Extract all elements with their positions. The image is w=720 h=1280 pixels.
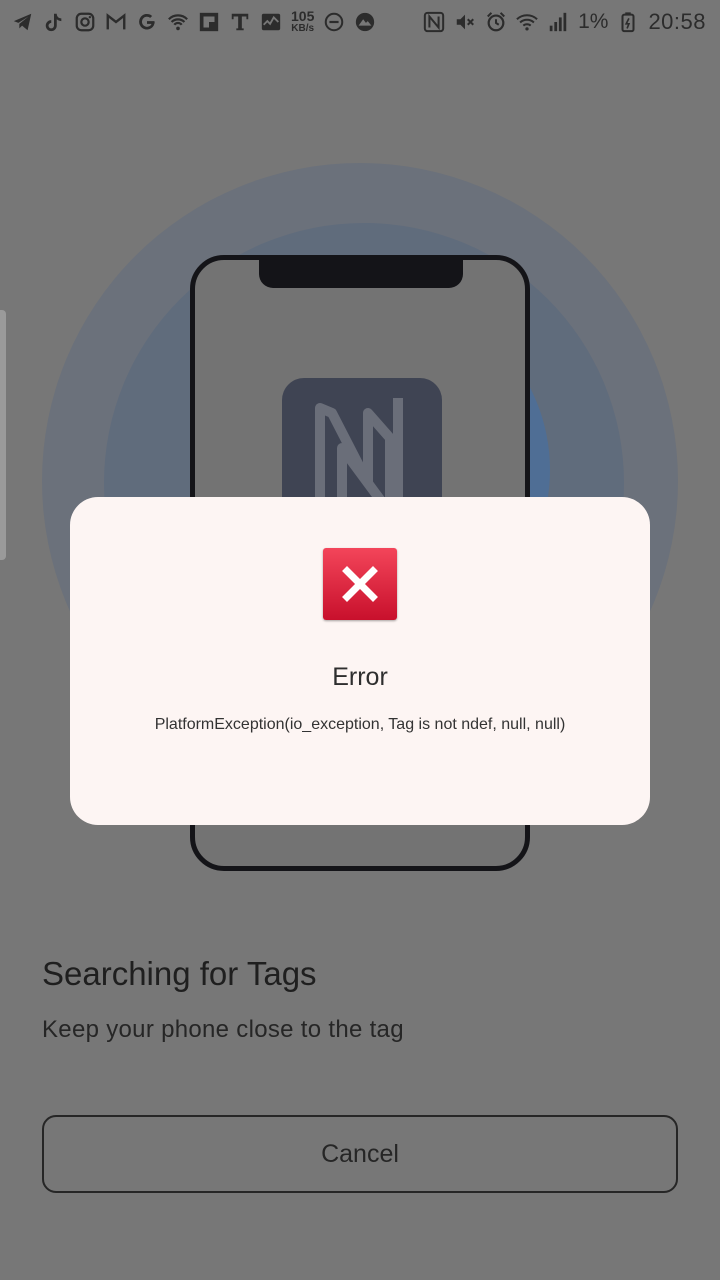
- t-mobile-icon: [229, 11, 251, 33]
- cell-signal-icon: [547, 11, 569, 33]
- gmail-icon: [105, 11, 127, 33]
- network-speed: 105 KB/s: [291, 7, 315, 34]
- network-speed-unit: KB/s: [291, 22, 315, 34]
- network-speed-value: 105: [291, 7, 315, 24]
- phone-notch: [259, 258, 463, 288]
- error-dialog: Error PlatformException(io_exception, Ta…: [70, 497, 650, 825]
- mute-icon: [454, 11, 476, 33]
- wifi-icon: [516, 11, 538, 33]
- mountain-icon: [354, 11, 376, 33]
- telegram-icon: [12, 11, 34, 33]
- cancel-button[interactable]: Cancel: [42, 1115, 678, 1193]
- flipboard-icon: [198, 11, 220, 33]
- clock-time: 20:58: [648, 9, 706, 34]
- scan-subtitle: Keep your phone close to the tag: [42, 1016, 404, 1043]
- google-icon: [136, 11, 158, 33]
- activity-icon: [260, 11, 282, 33]
- dialog-title: Error: [332, 663, 388, 691]
- status-bar-right: 1% 20:58: [423, 9, 706, 35]
- battery-low-icon: [617, 11, 639, 33]
- instagram-icon: [74, 11, 96, 33]
- battery-percent: 1%: [578, 10, 609, 33]
- error-x-icon: [323, 548, 397, 620]
- nfc-icon: [423, 11, 445, 33]
- status-bar: 105 KB/s 1% 20:58: [0, 0, 720, 44]
- do-not-disturb-icon: [323, 11, 345, 33]
- vpn-shield-icon: [167, 11, 189, 33]
- scan-title: Searching for Tags: [42, 955, 317, 992]
- edge-panel-handle[interactable]: [0, 310, 6, 560]
- dialog-message: PlatformException(io_exception, Tag is n…: [154, 716, 566, 733]
- alarm-icon: [485, 11, 507, 33]
- tiktok-icon: [43, 11, 65, 33]
- status-bar-left: 105 KB/s: [12, 7, 376, 34]
